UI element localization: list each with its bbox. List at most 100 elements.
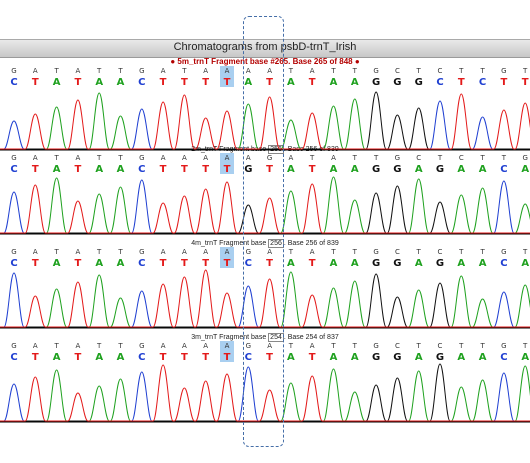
base-call-top: T [288, 342, 294, 350]
base-call: T [181, 258, 188, 269]
base-call-top: A [76, 248, 81, 256]
base-call-top: T [373, 154, 379, 162]
base-call-top: G [11, 154, 16, 162]
base-call: T [224, 77, 231, 88]
base-call: T [309, 258, 316, 269]
base-call: A [330, 77, 338, 88]
base-call-top: T [479, 154, 485, 162]
base-call: T [74, 77, 81, 88]
base-call: T [224, 352, 231, 363]
base-call: A [351, 164, 359, 175]
base-call-top: T [117, 248, 123, 256]
base-call: G [393, 352, 401, 363]
base-call: T [202, 164, 209, 175]
base-call: A [330, 164, 338, 175]
base-call: T [32, 258, 39, 269]
base-call-top: A [161, 248, 166, 256]
base-call: G [393, 164, 401, 175]
base-call: A [479, 352, 487, 363]
base-call-top: G [11, 342, 16, 350]
base-call: A [287, 77, 295, 88]
base-call-top: T [181, 67, 187, 75]
base-call: T [202, 77, 209, 88]
base-call-top: A [161, 154, 166, 162]
base-call: T [160, 77, 167, 88]
base-call: C [436, 77, 443, 88]
base-call: C [10, 352, 17, 363]
base-call-top: T [53, 67, 59, 75]
base-call: A [117, 352, 125, 363]
base-call-top: A [76, 154, 81, 162]
base-call: A [457, 258, 465, 269]
base-call-top: A [203, 248, 208, 256]
base-call: G [372, 164, 380, 175]
base-call: T [458, 77, 465, 88]
base-call: A [95, 258, 103, 269]
base-call-top: G [501, 67, 506, 75]
base-call: G [436, 164, 444, 175]
base-call: A [457, 164, 465, 175]
base-call-top: A [310, 248, 315, 256]
base-call: A [521, 164, 529, 175]
base-call: A [287, 164, 295, 175]
base-call-top: T [96, 248, 102, 256]
base-call-top: A [203, 67, 208, 75]
base-call-top: A [225, 342, 230, 350]
base-call-top: T [352, 342, 358, 350]
base-call: A [457, 352, 465, 363]
base-call: T [224, 164, 231, 175]
base-call: C [138, 352, 145, 363]
base-call: A [351, 258, 359, 269]
base-call: A [53, 77, 61, 88]
base-call-top: T [416, 342, 422, 350]
base-call-top: G [373, 342, 378, 350]
base-call-top: T [53, 154, 59, 162]
base-call-top: A [225, 67, 230, 75]
base-call-top: T [522, 248, 528, 256]
base-call: A [330, 352, 338, 363]
base-call: T [74, 352, 81, 363]
base-call-top: T [479, 248, 485, 256]
base-call-top: A [310, 67, 315, 75]
base-call-top: T [352, 67, 358, 75]
base-call: A [479, 164, 487, 175]
base-call: C [10, 77, 17, 88]
base-call-top: A [310, 342, 315, 350]
base-call-top: T [352, 248, 358, 256]
base-call: A [415, 258, 423, 269]
base-call-top: C [459, 154, 464, 162]
base-call: T [181, 352, 188, 363]
base-call: A [95, 164, 103, 175]
base-call: A [53, 164, 61, 175]
base-call-top: A [76, 342, 81, 350]
base-call: T [32, 164, 39, 175]
base-call: T [202, 258, 209, 269]
base-call-top: A [161, 342, 166, 350]
base-call: A [95, 77, 103, 88]
column-selection[interactable] [243, 16, 284, 447]
base-call-top: C [395, 342, 400, 350]
base-call-top: G [11, 67, 16, 75]
base-call: A [351, 352, 359, 363]
base-call-top: T [117, 154, 123, 162]
base-call-top: A [331, 154, 336, 162]
base-call: G [393, 258, 401, 269]
base-call-top: T [330, 342, 336, 350]
base-call-top: T [522, 67, 528, 75]
base-call: T [160, 352, 167, 363]
base-call: A [287, 352, 295, 363]
base-call: C [138, 258, 145, 269]
base-call-top: T [330, 248, 336, 256]
base-call: C [10, 258, 17, 269]
base-call: A [95, 352, 103, 363]
base-call: A [53, 258, 61, 269]
base-call: A [415, 352, 423, 363]
base-call-top: A [289, 154, 294, 162]
base-call: A [521, 352, 529, 363]
base-call-top: T [117, 67, 123, 75]
base-call-top: T [53, 248, 59, 256]
base-call: A [287, 258, 295, 269]
base-call: C [500, 352, 507, 363]
base-call: A [117, 77, 125, 88]
base-call-top: T [522, 342, 528, 350]
